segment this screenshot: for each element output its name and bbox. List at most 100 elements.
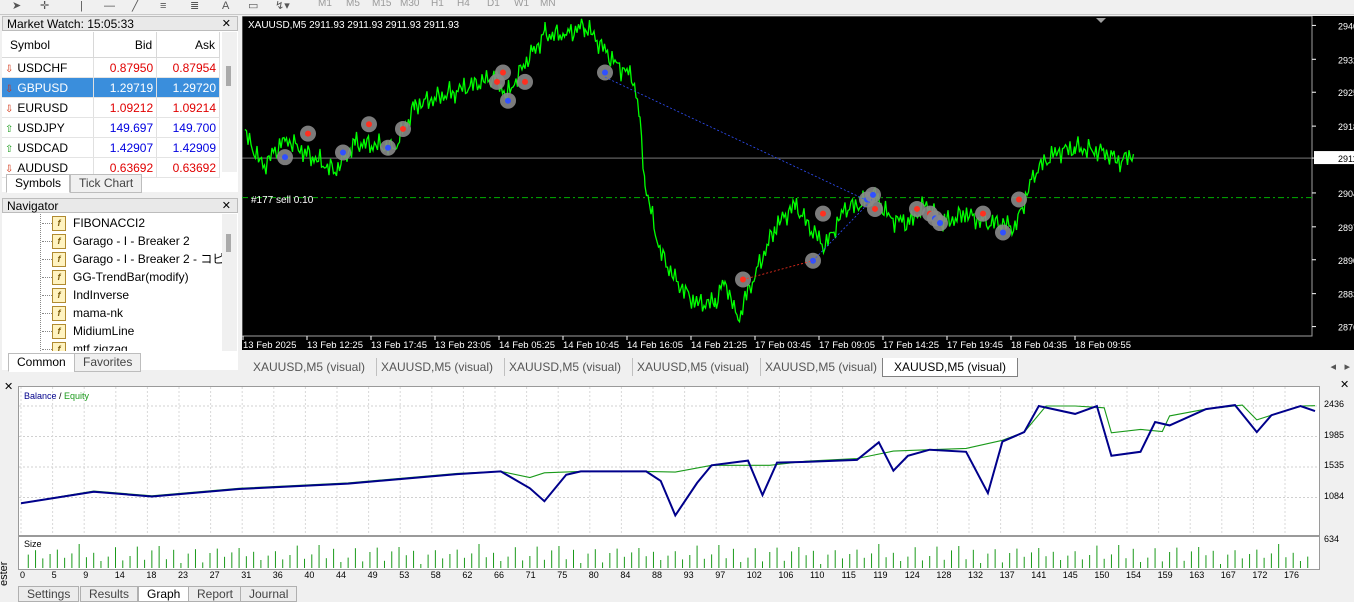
tab-scroll-left-icon[interactable]: ◂ — [1330, 360, 1336, 373]
balance-graph-canvas — [19, 387, 1317, 533]
timeframe-m30[interactable]: M30 — [400, 0, 419, 9]
tester-tab[interactable]: Settings — [18, 586, 80, 602]
x-tick-label: 159 — [1157, 570, 1173, 580]
trade-marker-dot — [494, 78, 500, 85]
x-tick-label: 145 — [1062, 570, 1078, 580]
indicator-icon: f — [52, 216, 66, 231]
tester-tab[interactable]: Results — [80, 586, 139, 602]
navigator-scrollbar[interactable] — [222, 214, 237, 351]
x-tick-label: 128 — [936, 570, 952, 580]
trade-marker-dot — [980, 210, 986, 217]
tab-scroll-right-icon[interactable]: ▸ — [1344, 360, 1350, 373]
trade-marker-dot — [1000, 229, 1006, 236]
indicator-icon: f — [52, 252, 66, 267]
tester-tab[interactable]: Graph — [138, 586, 190, 602]
navigator-item[interactable]: f MidiumLine — [2, 322, 222, 340]
label-icon[interactable]: ▭ — [248, 0, 258, 12]
navigator-panel: Navigator ✕ f FIBONACCI2 f Garago - I - Bre… — [2, 198, 238, 372]
tab-tick-chart[interactable]: Tick Chart — [70, 174, 143, 193]
chart-tab[interactable]: XAUUSD,M5 (visual) — [626, 358, 762, 376]
arrow-up-icon: ⇧ — [5, 123, 14, 135]
timeframe-m5[interactable]: M5 — [346, 0, 360, 9]
navigator-item-label: mama-nk — [73, 306, 124, 320]
fibonacci-icon[interactable]: ≣ — [190, 0, 199, 12]
navigator-item[interactable]: f Garago - I - Breaker 2 - コピー — [2, 250, 222, 268]
price-tick-label: 2932.80 — [1338, 55, 1354, 65]
crosshair-icon[interactable]: ✛ — [40, 0, 49, 12]
chart-tab[interactable]: XAUUSD,M5 (visual) — [754, 358, 890, 376]
x-tick-label: 150 — [1094, 570, 1110, 580]
market-watch-row[interactable]: ⇧ USDCAD 1.42907 1.42909 — [2, 137, 220, 158]
channel-icon[interactable]: ≡ — [160, 0, 166, 12]
close-icon[interactable]: ✕ — [4, 380, 13, 393]
x-tick-label: 106 — [778, 570, 794, 580]
column-bid[interactable]: Bid — [93, 32, 158, 58]
timeframe-m1[interactable]: M1 — [318, 0, 332, 9]
text-icon[interactable]: A — [222, 0, 229, 12]
y-tick-label: 1084 — [1324, 490, 1345, 501]
chart-tab[interactable]: XAUUSD,M5 (visual) — [242, 358, 378, 376]
arrow-down-icon: ⇩ — [5, 63, 14, 75]
timeframe-d1[interactable]: D1 — [487, 0, 500, 9]
chart-tab[interactable]: XAUUSD,M5 (visual) — [498, 358, 634, 376]
x-tick-label: 110 — [810, 570, 825, 580]
navigator-item[interactable]: f FIBONACCI2 — [2, 214, 222, 232]
tab-favorites[interactable]: Favorites — [74, 353, 142, 372]
price-tick-label: 2876.00 — [1338, 323, 1354, 333]
navigator-item[interactable]: f Garago - I - Breaker 2 — [2, 232, 222, 250]
navigator-item[interactable]: f IndInverse — [2, 286, 222, 304]
market-watch-scrollbar[interactable] — [222, 32, 237, 172]
x-tick-label: 141 — [1031, 570, 1047, 580]
timeframe-mn[interactable]: MN — [540, 0, 556, 9]
x-tick-label: 124 — [904, 570, 920, 580]
ask-cell: 1.29720 — [156, 77, 220, 98]
toolbar: ➤ ✛ | — ╱ ≡ ≣ A ▭ ↯▾ M1 M5 M15 M30 H1 H4… — [0, 0, 1354, 15]
market-watch-row[interactable]: ⇩ EURUSD 1.09212 1.09214 — [2, 97, 220, 118]
tester-tab[interactable]: Journal — [240, 586, 298, 602]
timeframe-h4[interactable]: H4 — [457, 0, 470, 9]
x-tick-label: 97 — [715, 570, 726, 580]
chart-tab[interactable]: XAUUSD,M5 (visual) — [882, 358, 1019, 377]
price-tick-label: 2904.40 — [1338, 189, 1354, 199]
tester-tab[interactable]: Report — [188, 586, 243, 602]
tester-tabs: Settings Results Graph Report Journal — [18, 586, 418, 602]
timeframe-w1[interactable]: W1 — [514, 0, 529, 9]
cursor-icon[interactable]: ➤ — [12, 0, 21, 12]
price-tick-label: 2897.20 — [1338, 223, 1354, 233]
balance-line — [20, 404, 1316, 518]
arrows-icon[interactable]: ↯▾ — [275, 0, 290, 12]
market-watch-row[interactable]: ⇩ USDCHF 0.87950 0.87954 — [2, 57, 220, 78]
x-tick-label: 58 — [430, 570, 441, 580]
market-watch-row[interactable]: ⇧ USDJPY 149.697 149.700 — [2, 117, 220, 138]
column-symbol[interactable]: Symbol — [2, 32, 95, 58]
navigator-tabs: Common Favorites — [2, 353, 238, 372]
x-tick-label: 5 — [51, 570, 57, 580]
timeframe-m15[interactable]: M15 — [372, 0, 391, 9]
time-tick-label: 13 Feb 2025 — [243, 340, 296, 350]
x-tick-label: 93 — [683, 570, 694, 580]
tester-side-label: ester — [0, 561, 10, 586]
chart-tab[interactable]: XAUUSD,M5 (visual) — [370, 358, 506, 376]
price-chart[interactable]: 2940.00 2932.80 2925.80 2918.60 2911.81 2904.… — [242, 16, 1354, 350]
close-icon[interactable]: ✕ — [222, 17, 231, 32]
navigator-header: Navigator ✕ — [2, 198, 238, 213]
column-ask[interactable]: Ask — [156, 32, 220, 58]
timeframe-h1[interactable]: H1 — [431, 0, 444, 9]
navigator-title: Navigator — [7, 199, 59, 213]
close-icon[interactable]: ✕ — [222, 199, 231, 214]
vertical-line-icon[interactable]: | — [80, 0, 83, 12]
navigator-item[interactable]: f GG-TrendBar(modify) — [2, 268, 222, 286]
x-tick-label: 167 — [1220, 570, 1236, 580]
market-watch-tabs: Symbols Tick Chart — [2, 174, 238, 193]
tab-common[interactable]: Common — [8, 353, 75, 372]
time-tick-label: 13 Feb 23:05 — [435, 340, 491, 350]
tab-symbols[interactable]: Symbols — [6, 174, 71, 193]
navigator-item[interactable]: f mama-nk — [2, 304, 222, 322]
ask-cell: 1.42909 — [156, 137, 220, 158]
x-tick-label: 176 — [1284, 570, 1300, 580]
time-tick-label: 18 Feb 04:35 — [1011, 340, 1067, 350]
trendline-icon[interactable]: ╱ — [132, 0, 139, 12]
navigator-item[interactable]: f mtf zigzag — [2, 340, 222, 351]
horizontal-line-icon[interactable]: — — [104, 0, 115, 12]
market-watch-row[interactable]: ⇩ GBPUSD 1.29719 1.29720 — [2, 77, 220, 98]
